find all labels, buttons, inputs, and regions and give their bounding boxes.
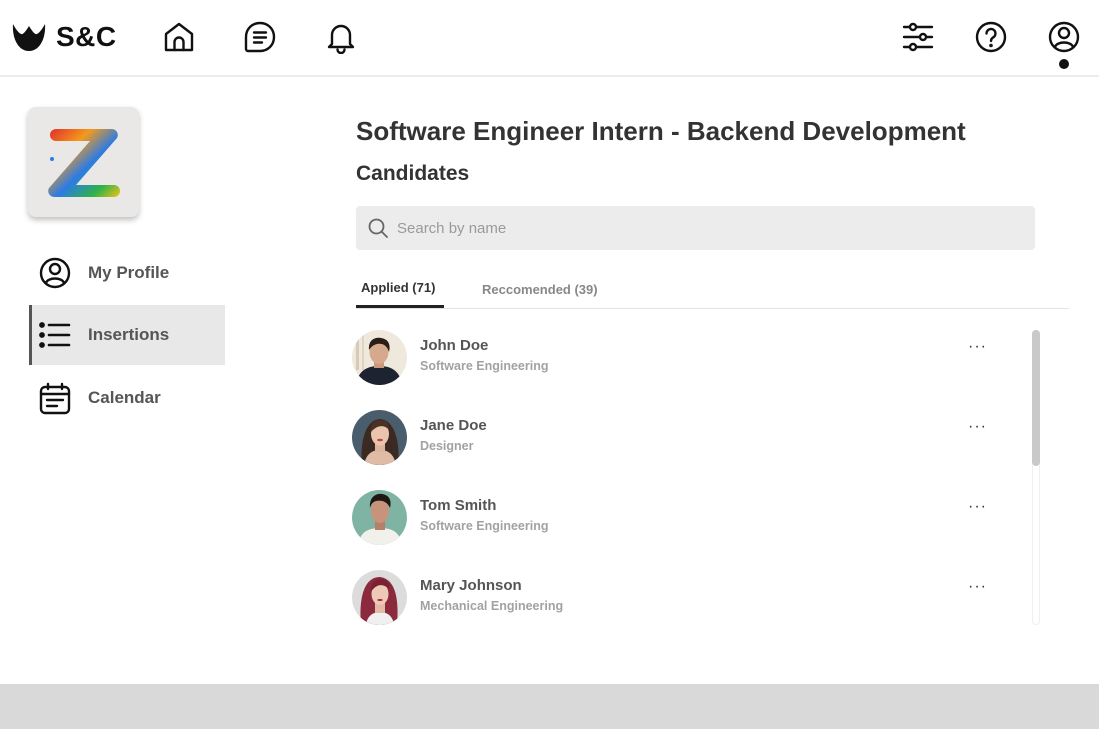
sidebar-item-label: Calendar xyxy=(88,388,161,407)
avatar xyxy=(352,330,407,385)
more-icon[interactable]: ··· xyxy=(968,338,987,356)
sidebar-item-label: Insertions xyxy=(88,325,170,344)
brand-name: S&C xyxy=(56,21,117,52)
user-circle-icon[interactable] xyxy=(1046,19,1082,55)
candidate-name: Mary Johnson xyxy=(420,577,522,594)
candidate-name: John Doe xyxy=(420,337,489,354)
candidate-tabs: Applied (71) Reccomended (39) xyxy=(356,270,1069,309)
more-icon[interactable]: ··· xyxy=(968,498,987,516)
active-tab-indicator xyxy=(356,305,444,308)
list-item[interactable]: Mary Johnson Mechanical Engineering ··· xyxy=(352,570,1012,626)
candidate-name: Tom Smith xyxy=(420,497,497,514)
more-icon[interactable]: ··· xyxy=(968,418,987,436)
top-bar: S&C xyxy=(0,0,1099,77)
scrollbar-thumb[interactable] xyxy=(1032,330,1040,466)
candidate-role: Software Engineering xyxy=(420,359,549,373)
sidebar-item-insertions[interactable]: Insertions xyxy=(29,305,225,365)
sidebar-item-label: My Profile xyxy=(88,263,170,282)
tab-recommended[interactable]: Reccomended (39) xyxy=(482,282,598,297)
search-bar xyxy=(356,206,1035,250)
search-input[interactable] xyxy=(397,219,997,237)
brand-logo[interactable]: S&C xyxy=(12,22,117,52)
calendar-icon xyxy=(38,381,72,415)
home-icon[interactable] xyxy=(161,19,197,55)
brand-mark-icon xyxy=(12,24,46,51)
status-dot xyxy=(1059,59,1069,69)
company-logo xyxy=(28,107,139,217)
sliders-icon[interactable] xyxy=(900,19,936,55)
tab-applied[interactable]: Applied (71) xyxy=(361,280,435,295)
avatar xyxy=(352,410,407,465)
search-icon xyxy=(368,218,388,238)
bell-icon[interactable] xyxy=(323,19,359,55)
avatar xyxy=(352,570,407,625)
candidate-role: Designer xyxy=(420,439,474,453)
list-item[interactable]: Jane Doe Designer ··· xyxy=(352,410,1012,466)
list-item[interactable]: John Doe Software Engineering ··· xyxy=(352,330,1012,386)
candidate-name: Jane Doe xyxy=(420,417,487,434)
document-icon[interactable] xyxy=(242,19,278,55)
user-circle-icon xyxy=(38,256,72,290)
list-icon xyxy=(38,318,72,352)
sidebar-item-calendar[interactable]: Calendar xyxy=(29,368,225,428)
avatar xyxy=(352,490,407,545)
candidate-role: Mechanical Engineering xyxy=(420,599,564,613)
sidebar-item-my-profile[interactable]: My Profile xyxy=(29,243,225,303)
help-icon[interactable] xyxy=(973,19,1009,55)
section-title: Candidates xyxy=(356,162,470,185)
more-icon[interactable]: ··· xyxy=(968,578,987,596)
list-item[interactable]: Tom Smith Software Engineering ··· xyxy=(352,490,1012,546)
candidate-role: Software Engineering xyxy=(420,519,549,533)
footer-bar xyxy=(0,684,1099,729)
page-title: Software Engineer Intern - Backend Devel… xyxy=(356,116,966,146)
candidate-list: John Doe Software Engineering ··· Jane D… xyxy=(352,330,1042,625)
